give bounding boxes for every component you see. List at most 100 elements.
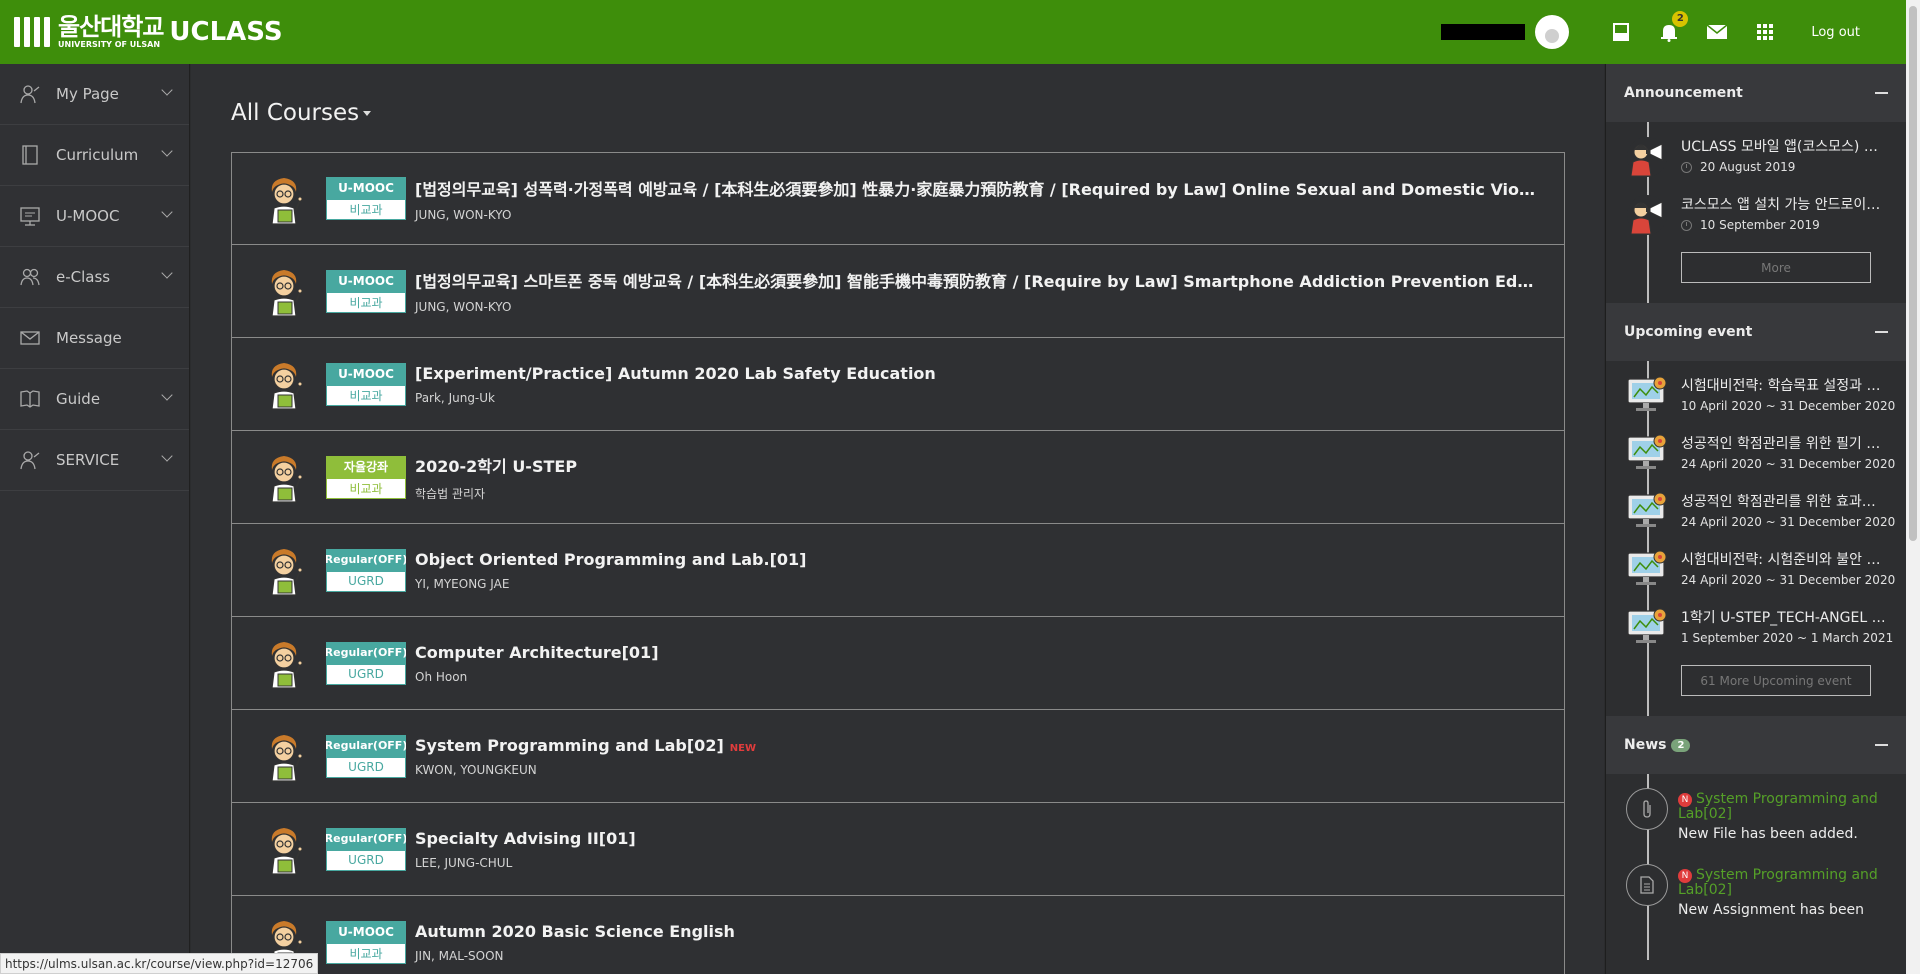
event-date: 24 April 2020 ~ 31 December 2020 bbox=[1681, 573, 1896, 587]
sidebar-item-u-mooc[interactable]: U-MOOC bbox=[0, 186, 189, 247]
person-icon bbox=[18, 448, 42, 472]
course-item[interactable]: Regular(OFF) UGRD System Programming and … bbox=[231, 710, 1565, 803]
professor-icon bbox=[264, 172, 304, 226]
chevron-down-icon bbox=[161, 389, 173, 401]
announcement-date: 10 September 2019 bbox=[1700, 218, 1820, 232]
course-title-text: System Programming and Lab[02] bbox=[415, 735, 724, 755]
course-category-tag: 비교과 bbox=[326, 291, 406, 313]
logout-button[interactable]: Log out bbox=[1789, 25, 1906, 40]
sidebar: My Page Curriculum U-MOOC e-Class Messag… bbox=[0, 64, 190, 974]
announcement-date: 20 August 2019 bbox=[1700, 160, 1796, 174]
status-bar-url: https://ulms.ulsan.ac.kr/course/view.php… bbox=[0, 953, 319, 974]
collapse-icon[interactable] bbox=[1875, 744, 1888, 746]
news-item[interactable]: N System Programming and Lab[02] New Assig… bbox=[1606, 864, 1906, 918]
sidebar-item-service[interactable]: SERVICE bbox=[0, 430, 189, 491]
course-title[interactable]: Specialty Advising II[01] bbox=[415, 829, 1540, 848]
page-scrollbar-thumb[interactable] bbox=[1909, 6, 1917, 541]
professor-icon bbox=[264, 264, 304, 318]
sidebar-item-e-class[interactable]: e-Class bbox=[0, 247, 189, 308]
event-title[interactable]: 성공적인 학점관리를 위한 효과적인 독서 bbox=[1681, 491, 1886, 511]
course-title[interactable]: System Programming and Lab[02] NEW bbox=[415, 736, 1540, 755]
course-item[interactable]: U-MOOC 비교과 [법정의무교육] 스마트폰 중독 예방교육 / [本科生必須… bbox=[231, 245, 1565, 338]
course-professor: JIN, MAL-SOON bbox=[415, 948, 504, 963]
news-description: New File has been added. bbox=[1678, 826, 1858, 842]
document-icon bbox=[1626, 864, 1668, 906]
notifications-button[interactable]: 2 bbox=[1645, 0, 1693, 64]
monitor-icon bbox=[18, 204, 42, 228]
announcement-item[interactable]: UCLASS 모바일 앱(코스모스) 안내 20 August 2019 bbox=[1606, 136, 1906, 178]
presentation-icon bbox=[1626, 375, 1668, 413]
course-category-tag: 비교과 bbox=[326, 199, 406, 220]
apps-menu-button[interactable] bbox=[1741, 0, 1789, 64]
event-title[interactable]: 시험대비전략: 시험준비와 불안 관리 bbox=[1681, 549, 1886, 569]
user-avatar[interactable] bbox=[1535, 15, 1570, 49]
sidebar-item-label: Guide bbox=[56, 390, 101, 408]
course-type-tag: Regular(OFF) bbox=[326, 734, 406, 757]
event-date: 24 April 2020 ~ 31 December 2020 bbox=[1681, 515, 1896, 529]
course-professor: KWON, YOUNGKEUN bbox=[415, 762, 537, 777]
news-course-link[interactable]: N System Programming and Lab[02] bbox=[1678, 868, 1878, 898]
envelope-icon bbox=[1706, 24, 1728, 39]
course-type-tag: Regular(OFF) bbox=[326, 548, 406, 571]
course-item[interactable]: U-MOOC 비교과 [Experiment/Practice] Autumn 2… bbox=[231, 338, 1565, 431]
course-item[interactable]: U-MOOC 비교과 Autumn 2020 Basic Science Engl… bbox=[231, 896, 1565, 974]
event-title[interactable]: 성공적인 학점관리를 위한 필기 전략 bbox=[1681, 433, 1886, 453]
event-item[interactable]: 성공적인 학점관리를 위한 효과적인 독서 24 April 2020 ~ 31 … bbox=[1606, 491, 1906, 529]
announcement-more-button[interactable]: More bbox=[1681, 252, 1871, 283]
course-professor: LEE, JUNG-CHUL bbox=[415, 855, 513, 870]
clock-icon bbox=[1681, 161, 1692, 173]
sidebar-item-message[interactable]: Message bbox=[0, 308, 189, 369]
sidebar-item-guide[interactable]: Guide bbox=[0, 369, 189, 430]
course-title[interactable]: Computer Architecture[01] bbox=[415, 643, 1540, 662]
course-title[interactable]: Object Oriented Programming and Lab.[01] bbox=[415, 550, 1540, 569]
presentation-icon bbox=[1626, 549, 1668, 587]
announcement-item-title[interactable]: 코스모스 앱 설치 가능 안드로이드 기종 bbox=[1681, 194, 1881, 214]
upcoming-event-title: Upcoming event bbox=[1624, 324, 1753, 340]
course-type-tag: U-MOOC bbox=[326, 269, 406, 292]
course-filter-dropdown[interactable]: All Courses bbox=[231, 100, 372, 126]
course-item[interactable]: Regular(OFF) UGRD Specialty Advising II[0… bbox=[231, 803, 1565, 896]
course-item[interactable]: Regular(OFF) UGRD Computer Architecture[0… bbox=[231, 617, 1565, 710]
caret-down-icon bbox=[363, 111, 372, 116]
event-item[interactable]: 성공적인 학점관리를 위한 필기 전략 24 April 2020 ~ 31 De… bbox=[1606, 433, 1906, 471]
course-title[interactable]: Autumn 2020 Basic Science English bbox=[415, 922, 1540, 941]
new-n-icon: N bbox=[1678, 869, 1692, 883]
event-item[interactable]: 시험대비전략: 학습목표 설정과 계획 10 April 2020 ~ 31 De… bbox=[1606, 375, 1906, 413]
course-item[interactable]: Regular(OFF) UGRD Object Oriented Program… bbox=[231, 524, 1565, 617]
chevron-down-icon bbox=[161, 450, 173, 462]
event-title[interactable]: 1학기 U-STEP_TECH-ANGEL 안내 bbox=[1681, 607, 1886, 627]
university-logo[interactable]: 울산대학교 UNIVERSITY OF ULSAN UCLASS bbox=[14, 15, 283, 49]
logo-english-name: UNIVERSITY OF ULSAN bbox=[58, 40, 161, 49]
messages-button[interactable] bbox=[1693, 0, 1741, 64]
announcement-item[interactable]: 코스모스 앱 설치 가능 안드로이드 기종 10 September 2019 bbox=[1606, 194, 1906, 236]
announcement-header: Announcement bbox=[1606, 64, 1906, 122]
new-n-icon: N bbox=[1678, 793, 1692, 807]
upcoming-event-header: Upcoming event bbox=[1606, 303, 1906, 361]
collapse-icon[interactable] bbox=[1875, 331, 1888, 333]
event-item[interactable]: 시험대비전략: 시험준비와 불안 관리 24 April 2020 ~ 31 De… bbox=[1606, 549, 1906, 587]
course-title[interactable]: [법정의무교육] 성폭력·가정폭력 예방교육 / [本科生必須要參加] 性暴力·… bbox=[415, 176, 1540, 200]
upcoming-more-button[interactable]: 61 More Upcoming event bbox=[1681, 665, 1871, 696]
event-title[interactable]: 시험대비전략: 학습목표 설정과 계획 bbox=[1681, 375, 1886, 395]
event-date: 1 September 2020 ~ 1 March 2021 bbox=[1681, 631, 1894, 645]
sidebar-item-my-page[interactable]: My Page bbox=[0, 64, 189, 125]
presentation-icon bbox=[1626, 491, 1668, 529]
news-course-link[interactable]: N System Programming and Lab[02] bbox=[1678, 792, 1878, 822]
collapse-icon[interactable] bbox=[1875, 92, 1888, 94]
mail-icon bbox=[18, 326, 42, 350]
course-title[interactable]: [Experiment/Practice] Autumn 2020 Lab Sa… bbox=[415, 364, 1540, 383]
course-type-tag: Regular(OFF) bbox=[326, 827, 406, 850]
course-title[interactable]: [법정의무교육] 스마트폰 중독 예방교육 / [本科生必須要參加] 智能手機中… bbox=[415, 268, 1540, 292]
sidebar-item-label: Message bbox=[56, 329, 122, 347]
sidebar-item-curriculum[interactable]: Curriculum bbox=[0, 125, 189, 186]
announcement-item-title[interactable]: UCLASS 모바일 앱(코스모스) 안내 bbox=[1681, 136, 1881, 156]
news-header: News 2 bbox=[1606, 716, 1906, 774]
course-item[interactable]: 자율강좌 비교과 2020-2학기 U-STEP 학습법 관리자 bbox=[231, 431, 1565, 524]
event-item[interactable]: 1학기 U-STEP_TECH-ANGEL 안내 1 September 2020… bbox=[1606, 607, 1906, 645]
layout-toggle-button[interactable] bbox=[1597, 0, 1645, 64]
news-item[interactable]: N System Programming and Lab[02] New File … bbox=[1606, 788, 1906, 842]
course-title[interactable]: 2020-2학기 U-STEP bbox=[415, 453, 1540, 477]
news-course-name: System Programming and Lab[02] bbox=[1678, 867, 1878, 898]
course-type-tag: 자율강좌 bbox=[326, 455, 406, 478]
course-item[interactable]: U-MOOC 비교과 [법정의무교육] 성폭력·가정폭력 예방교육 / [本科生必… bbox=[231, 152, 1565, 245]
